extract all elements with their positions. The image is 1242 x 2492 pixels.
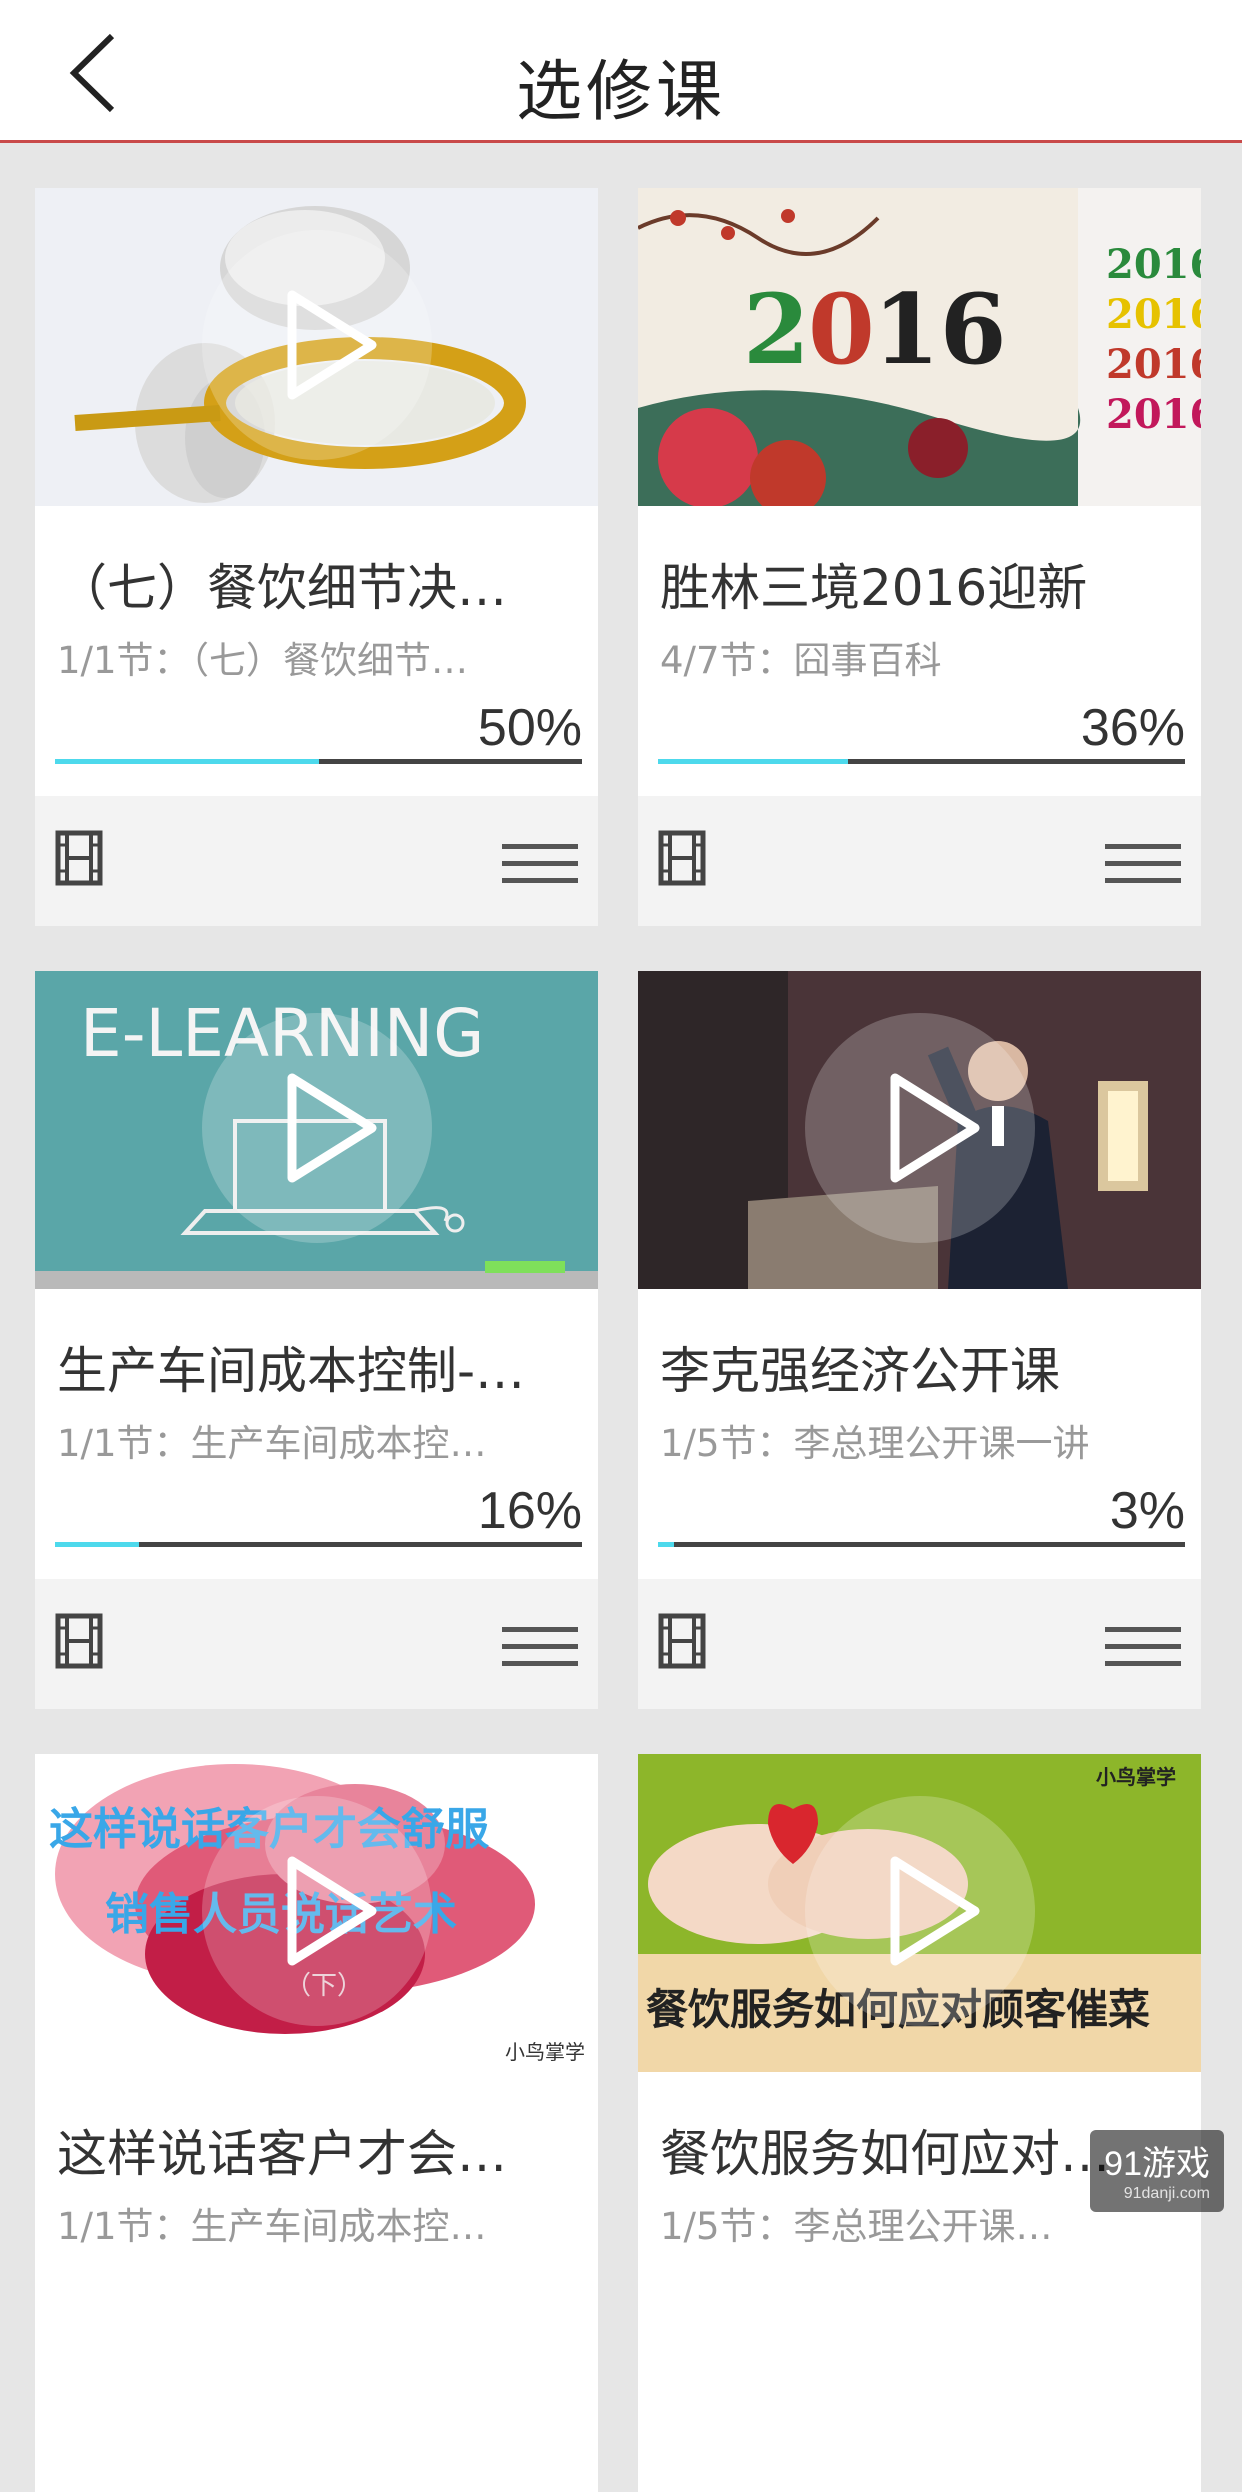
- course-lesson: 1/5节：李总理公开课一讲: [660, 1422, 1090, 1465]
- film-icon: [55, 830, 103, 886]
- menu-icon[interactable]: [1105, 1625, 1181, 1669]
- menu-icon[interactable]: [502, 1625, 578, 1669]
- course-title: （七）餐饮细节决…: [57, 559, 507, 617]
- course-card[interactable]: 2 0 16 2016 2016 2016 2016 胜林三境2016迎新 4/…: [638, 188, 1201, 926]
- menu-icon[interactable]: [1105, 842, 1181, 886]
- svg-text:2016: 2016: [1106, 341, 1201, 388]
- progress-fill: [658, 1542, 674, 1547]
- progress-fill: [55, 759, 319, 764]
- site-watermark: 91游戏 91danji.com: [1090, 2130, 1224, 2212]
- svg-text:2016: 2016: [1106, 291, 1201, 338]
- svg-text:16: 16: [873, 273, 1007, 386]
- card-footer: [638, 1579, 1201, 1709]
- menu-icon[interactable]: [502, 842, 578, 886]
- course-title: 李克强经济公开课: [660, 1342, 1060, 1400]
- course-card[interactable]: 小鸟掌学 餐饮服务如何应对顾客催菜 餐饮服务如何应对… 1/5节：李总理公开课…: [638, 1754, 1201, 2492]
- play-button[interactable]: [201, 230, 432, 460]
- play-button[interactable]: [201, 1796, 432, 2026]
- svg-text:0: 0: [808, 273, 875, 386]
- progress-fill: [658, 759, 848, 764]
- play-icon: [287, 290, 376, 400]
- progress-bar: [55, 759, 582, 764]
- progress-bar: [55, 1542, 582, 1547]
- course-lesson: 1/1节：（七）餐饮细节…: [57, 639, 469, 682]
- play-icon: [890, 1073, 979, 1183]
- card-footer: [35, 796, 598, 926]
- play-button[interactable]: [201, 1013, 432, 1243]
- progress-percent: 3%: [1109, 1482, 1185, 1540]
- svg-text:2016: 2016: [1106, 241, 1201, 288]
- svg-text:2: 2: [743, 273, 810, 386]
- course-thumbnail: 2 0 16 2016 2016 2016 2016: [638, 188, 1201, 506]
- film-icon: [55, 1613, 103, 1669]
- play-icon: [287, 1856, 376, 1966]
- course-title: 胜林三境2016迎新: [660, 559, 1088, 617]
- progress-bar: [658, 759, 1185, 764]
- course-card[interactable]: E-LEARNING 生产车间成本控制-… 1/1节：生产车间成本控… 16%: [35, 971, 598, 1709]
- progress-percent: 50%: [477, 699, 582, 757]
- film-icon: [658, 830, 706, 886]
- progress-bar: [658, 1542, 1185, 1547]
- play-button[interactable]: [804, 1013, 1035, 1243]
- film-icon: [658, 1613, 706, 1669]
- play-button[interactable]: [804, 1796, 1035, 2026]
- watermark-text: 91游戏: [1104, 2145, 1210, 2183]
- thumbnail-brand: 小鸟掌学: [1096, 1765, 1176, 1789]
- svg-text:2016: 2016: [1106, 391, 1201, 438]
- course-card[interactable]: （七）餐饮细节决… 1/1节：（七）餐饮细节… 50%: [35, 188, 598, 926]
- progress-percent: 36%: [1080, 699, 1185, 757]
- progress-percent: 16%: [477, 1482, 582, 1540]
- page-title: 选修课: [516, 53, 726, 130]
- play-icon: [287, 1073, 376, 1183]
- course-card[interactable]: 李克强经济公开课 1/5节：李总理公开课一讲 3%: [638, 971, 1201, 1709]
- course-lesson: 1/1节：生产车间成本控…: [57, 1422, 487, 1465]
- course-lesson: 4/7节：囧事百科: [660, 639, 942, 682]
- progress-fill: [55, 1542, 140, 1547]
- course-title: 生产车间成本控制-…: [57, 1342, 526, 1400]
- course-card[interactable]: 这样说话客户才会舒服 销售人员说话艺术 （下） 小鸟掌学 这样说话客户才会… 1…: [35, 1754, 598, 2492]
- card-footer: [638, 796, 1201, 926]
- course-lesson: 1/1节：生产车间成本控…: [57, 2205, 487, 2248]
- app-header: 选修课: [0, 0, 1242, 143]
- course-title: 这样说话客户才会…: [57, 2125, 507, 2183]
- card-footer: [35, 1579, 598, 1709]
- thumbnail-brand: 小鸟掌学: [505, 2040, 585, 2064]
- watermark-url: 91danji.com: [1123, 2185, 1210, 2202]
- play-icon: [890, 1856, 979, 1966]
